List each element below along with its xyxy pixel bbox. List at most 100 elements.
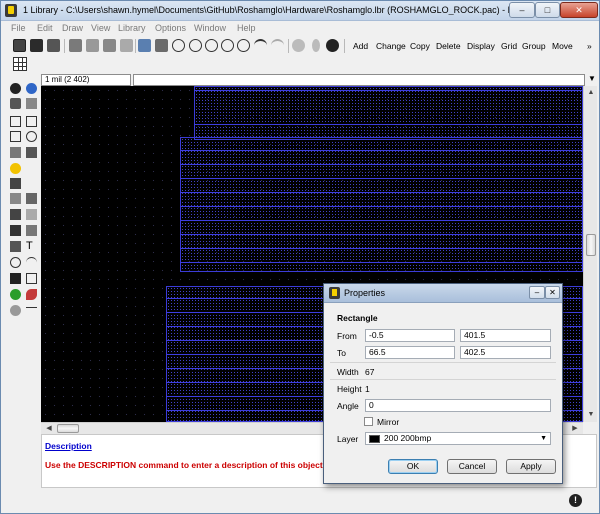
minimize-button[interactable]: – [509,2,535,18]
toolbar-overflow-button[interactable]: » [587,41,592,51]
description-link[interactable]: Description [45,441,92,451]
divider [330,379,556,380]
display-icon[interactable] [10,98,21,109]
move-icon[interactable] [10,116,21,127]
menu-edit[interactable]: Edit [37,23,53,33]
circle-icon[interactable] [10,257,21,268]
layer-color-swatch [369,435,380,443]
smd-icon[interactable] [26,289,37,300]
menu-window[interactable]: Window [194,23,226,33]
optimize-icon[interactable] [26,225,37,236]
scroll-down-icon[interactable]: ▼ [585,409,597,421]
group-command[interactable]: Group [522,41,546,51]
copy-icon[interactable] [26,116,37,127]
horizontal-scroll-thumb[interactable] [57,424,79,433]
mirror-label: Mirror [377,417,400,427]
dimension-icon[interactable] [26,307,37,312]
window-title: 1 Library - C:\Users\shawn.hymel\Documen… [23,5,523,15]
vertical-scroll-thumb[interactable] [586,234,596,256]
from-x-field[interactable]: -0.5 [365,329,455,342]
rotate-icon[interactable] [26,131,37,142]
move-command[interactable]: Move [552,41,573,51]
undo-icon[interactable] [254,39,267,52]
status-alert-icon[interactable]: ! [569,494,582,507]
grid-icon[interactable] [13,57,27,71]
scroll-right-icon[interactable]: ▶ [569,423,581,434]
value-icon[interactable] [26,193,37,204]
zoom-fit-icon[interactable] [172,39,185,52]
delete-icon[interactable] [10,178,21,189]
display-command[interactable]: Display [467,41,495,51]
to-label: To [337,348,346,358]
rect-outline [180,262,583,263]
change-command[interactable]: Change [376,41,406,51]
close-button[interactable]: ✕ [560,2,598,18]
angle-field[interactable]: 0 [365,399,551,412]
text-icon[interactable]: T [26,241,37,252]
from-y-field[interactable]: 401.5 [460,329,551,342]
apply-button[interactable]: Apply [506,459,556,474]
to-x-field[interactable]: 66.5 [365,346,455,359]
package-icon[interactable] [103,39,116,52]
vertical-scrollbar[interactable]: ▲ ▼ [583,86,597,422]
open-icon[interactable] [13,39,26,52]
menu-view[interactable]: View [91,23,110,33]
dropdown-arrow-icon: ▼ [540,435,547,442]
menu-help[interactable]: Help [237,23,256,33]
param-toolbar [1,56,599,72]
split-icon[interactable] [10,209,21,220]
change-icon[interactable] [26,147,37,158]
layer-select[interactable]: 200 200bmp ▼ [365,432,551,445]
help-icon[interactable] [326,39,339,52]
scroll-up-icon[interactable]: ▲ [585,87,597,99]
group-icon[interactable] [10,147,21,158]
dialog-title-bar[interactable]: Properties – ✕ [324,284,562,303]
symbol-icon[interactable] [120,39,133,52]
cam-icon[interactable] [69,39,82,52]
maximize-button[interactable]: □ [535,2,560,18]
library-icon[interactable] [86,39,99,52]
rect-outline [180,178,583,179]
delete-command[interactable]: Delete [436,41,461,51]
menu-file[interactable]: File [11,23,26,33]
scroll-left-icon[interactable]: ◀ [43,423,55,434]
dialog-minimize-button[interactable]: – [529,286,545,299]
save-icon[interactable] [30,39,43,52]
wire-icon[interactable] [10,241,21,252]
mirror-checkbox[interactable] [364,417,373,426]
command-line-input[interactable] [133,74,585,86]
zoom-out-icon[interactable] [205,39,218,52]
ok-button[interactable]: OK [388,459,438,474]
run-ulp-icon[interactable] [155,39,168,52]
dialog-close-button[interactable]: ✕ [545,286,560,299]
zoom-select-icon[interactable] [237,39,250,52]
zoom-in-icon[interactable] [189,39,202,52]
show-icon[interactable] [26,83,37,94]
mirror-icon[interactable] [10,131,21,142]
command-history-chevron-icon[interactable]: ▼ [588,74,596,83]
menu-library[interactable]: Library [118,23,146,33]
title-bar[interactable]: 1 Library - C:\Users\shawn.hymel\Documen… [1,1,599,21]
via-icon[interactable] [10,289,21,300]
script-icon[interactable] [138,39,151,52]
print-icon[interactable] [47,39,60,52]
hole-icon[interactable] [10,305,21,316]
copy-command[interactable]: Copy [410,41,430,51]
paste-icon[interactable] [10,163,21,174]
polygon-icon[interactable] [26,273,37,284]
info-icon[interactable] [10,83,21,94]
menu-draw[interactable]: Draw [62,23,83,33]
rect-icon[interactable] [10,273,21,284]
arc-icon[interactable] [26,257,37,268]
menu-options[interactable]: Options [155,23,186,33]
name-icon[interactable] [10,193,21,204]
add-command[interactable]: Add [353,41,368,51]
to-y-field[interactable]: 402.5 [460,346,551,359]
eagle-app-icon [5,4,17,17]
miter-icon[interactable] [26,209,37,220]
zoom-redraw-icon[interactable] [221,39,234,52]
smash-icon[interactable] [10,225,21,236]
cancel-button[interactable]: Cancel [447,459,497,474]
mark-icon[interactable] [26,98,37,109]
grid-command[interactable]: Grid [501,41,517,51]
